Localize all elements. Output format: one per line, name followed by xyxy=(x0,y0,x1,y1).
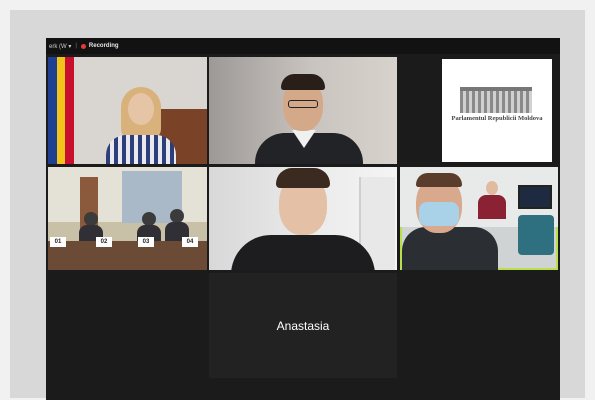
participant-hair xyxy=(416,173,462,187)
face-mask-icon xyxy=(419,202,459,226)
participant-striped-top xyxy=(106,135,176,164)
attendee-head xyxy=(142,212,156,226)
recording-dot-icon xyxy=(80,43,86,49)
background-student-body xyxy=(478,195,506,219)
participant-shirt xyxy=(402,227,498,270)
participant-hair xyxy=(281,74,325,90)
parliament-building-icon xyxy=(460,87,532,113)
video-tile-woman-with-flag[interactable] xyxy=(48,57,207,164)
nameplate: 02 xyxy=(96,237,112,247)
video-tile-active-speaker-masked[interactable] xyxy=(400,167,558,270)
nameplate: 01 xyxy=(50,237,66,247)
video-tile-man-with-glasses[interactable] xyxy=(209,57,397,164)
chair xyxy=(518,215,554,255)
meeting-top-bar: erk (W ▾ | Recording xyxy=(46,38,560,54)
nameplate: 03 xyxy=(138,237,154,247)
participant-face xyxy=(128,93,154,125)
attendee-head xyxy=(170,209,184,223)
separator: | xyxy=(75,43,77,49)
logo-card: Parlamentul Republicii Moldova xyxy=(442,59,552,162)
recording-label: Recording xyxy=(88,43,119,49)
view-selector[interactable]: erk (W ▾ xyxy=(49,43,71,50)
video-meeting-window: erk (W ▾ | Recording Parlamentul Republi… xyxy=(46,38,560,400)
video-tile-parliament-logo[interactable]: Parlamentul Republicii Moldova xyxy=(400,57,558,164)
nameplate: 04 xyxy=(182,237,198,247)
glasses-icon xyxy=(288,100,318,108)
video-tile-young-man[interactable] xyxy=(209,167,397,270)
participant-shirt xyxy=(231,235,375,270)
logo-text: Parlamentul Republicii Moldova xyxy=(451,115,543,122)
moldova-flag-icon xyxy=(48,57,75,164)
video-tile-camera-off[interactable]: Anastasia xyxy=(209,273,397,378)
participant-hair xyxy=(276,168,330,188)
participant-name: Anastasia xyxy=(276,318,330,333)
video-tile-meeting-room[interactable]: 01 02 03 04 xyxy=(48,167,207,270)
background-student-head xyxy=(486,181,498,195)
attendee-head xyxy=(84,212,98,226)
monitor-icon xyxy=(518,185,552,209)
